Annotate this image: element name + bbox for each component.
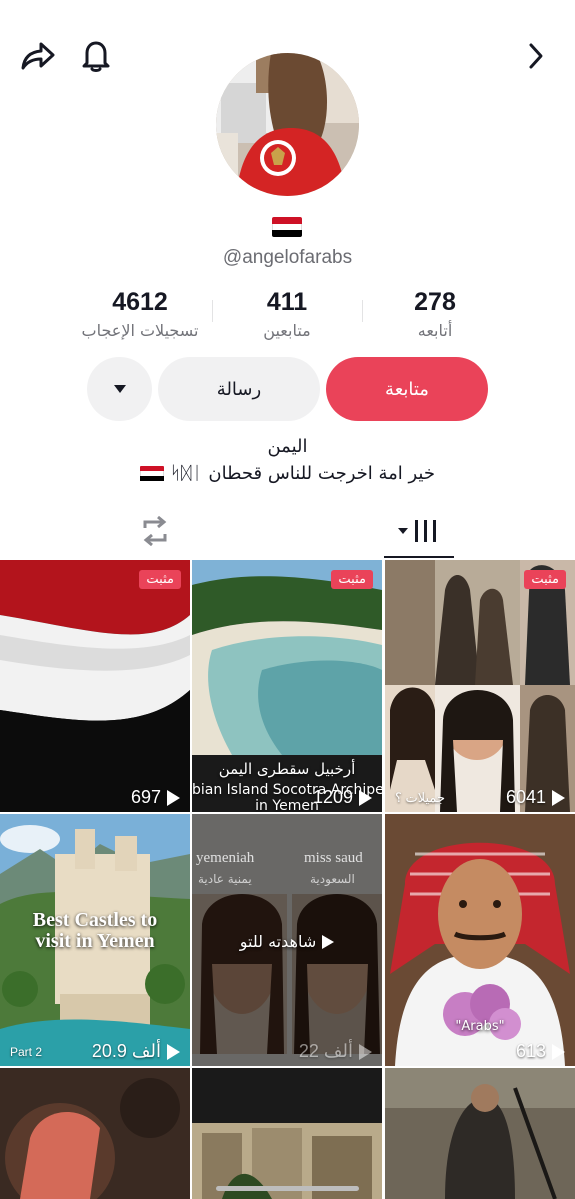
video-tile[interactable]: yemeniah miss saud يمنية عادية السعودية …: [192, 814, 382, 1066]
video-caption: "Arabs": [455, 1019, 505, 1034]
yemen-flag-icon: [140, 465, 165, 482]
share-icon[interactable]: [18, 36, 58, 76]
likes-count: 4612: [112, 288, 168, 316]
sublabel-right: السعودية: [310, 872, 355, 886]
play-icon: [359, 1043, 372, 1060]
more-dropdown-button[interactable]: [87, 357, 152, 421]
video-caption-arabic: أرخبيل سقطرى اليمن: [218, 760, 356, 778]
tab-videos[interactable]: [384, 505, 454, 557]
bell-icon[interactable]: [76, 36, 116, 76]
video-thumbnail: [385, 560, 575, 812]
followers-count: 411: [266, 288, 308, 316]
video-tile[interactable]: [192, 1068, 382, 1199]
pinned-badge: مثبت: [139, 570, 181, 589]
play-icon: [359, 789, 372, 806]
pinned-badge: مثبت: [331, 570, 373, 589]
video-tile[interactable]: مثبت جميلات ؟ 6041: [385, 560, 575, 812]
home-indicator: [216, 1186, 359, 1191]
active-tab-indicator: [384, 556, 454, 558]
video-tile[interactable]: [0, 1068, 190, 1199]
chevron-down-icon: [113, 385, 126, 393]
play-icon: [167, 789, 180, 806]
bio-text: خير امة اخرجت للناس قحطان: [208, 463, 435, 484]
view-count: Part 2 20.9 ألف: [0, 1041, 190, 1062]
video-thumbnail: [192, 1068, 382, 1199]
play-icon: [552, 789, 565, 806]
likes-label: تسجيلات الإعجاب: [81, 321, 199, 340]
video-thumbnail: [0, 560, 190, 812]
sublabel-left: يمنية عادية: [198, 872, 252, 886]
bio-glyphs: ᛋᛞᛁ: [170, 463, 203, 484]
follow-button[interactable]: متابعة: [326, 357, 488, 421]
videos-grid-icon: [398, 520, 436, 542]
video-grid: مثبت 697 مثبت أرخبيل سقطرى اليمن bian Is…: [0, 560, 575, 1199]
video-thumbnail: [385, 1068, 575, 1199]
avatar[interactable]: [216, 53, 359, 196]
label-left: yemeniah: [196, 850, 255, 866]
watched-overlay: شاهدته للتو: [192, 932, 382, 951]
message-button[interactable]: رسالة: [158, 357, 320, 421]
view-count: 22 ألف: [192, 1041, 382, 1062]
video-tile[interactable]: مثبت أرخبيل سقطرى اليمن bian Island Soco…: [192, 560, 382, 812]
video-tile[interactable]: Best Castles to visit in Yemen Part 2 20.…: [0, 814, 190, 1066]
tab-reposts[interactable]: [0, 505, 310, 557]
pinned-badge: مثبت: [524, 570, 566, 589]
video-tile[interactable]: [385, 1068, 575, 1199]
play-icon: [167, 1043, 180, 1060]
followers-label: متابعين: [263, 321, 311, 340]
label-right: miss saud: [304, 850, 363, 866]
bio-line-1: اليمن: [267, 436, 308, 457]
play-icon: [322, 934, 335, 949]
stat-followers[interactable]: 411 متابعين: [212, 288, 362, 340]
yemen-flag-icon: [272, 217, 302, 237]
profile-tabs: [0, 505, 575, 558]
username: @angelofarabs: [222, 247, 353, 268]
video-tile[interactable]: مثبت 697: [0, 560, 190, 812]
flag-stripe-black: [272, 230, 302, 237]
stat-following[interactable]: 278 أتابعه: [360, 288, 510, 340]
following-count: 278: [414, 288, 456, 316]
repost-icon: [143, 516, 167, 546]
following-label: أتابعه: [417, 321, 453, 340]
video-title: Best Castles to visit in Yemen: [32, 909, 158, 952]
view-count: 1209: [192, 787, 382, 808]
stats-row: 4612 تسجيلات الإعجاب 411 متابعين 278 أتا…: [0, 288, 575, 348]
chevron-right-icon[interactable]: [516, 36, 556, 76]
flag-stripe-white: [272, 223, 302, 231]
video-thumbnail: [0, 1068, 190, 1199]
view-count: جميلات ؟ 6041: [385, 787, 575, 808]
view-count: 697: [0, 787, 190, 808]
stat-likes: 4612 تسجيلات الإعجاب: [65, 288, 215, 340]
bio-line-2: خير امة اخرجت للناس قحطان ᛋᛞᛁ: [0, 463, 575, 484]
play-icon: [552, 1043, 565, 1060]
video-tile[interactable]: "Arabs" 613: [385, 814, 575, 1066]
view-count: 613: [385, 1041, 575, 1062]
flag-stripe-red: [272, 217, 302, 224]
